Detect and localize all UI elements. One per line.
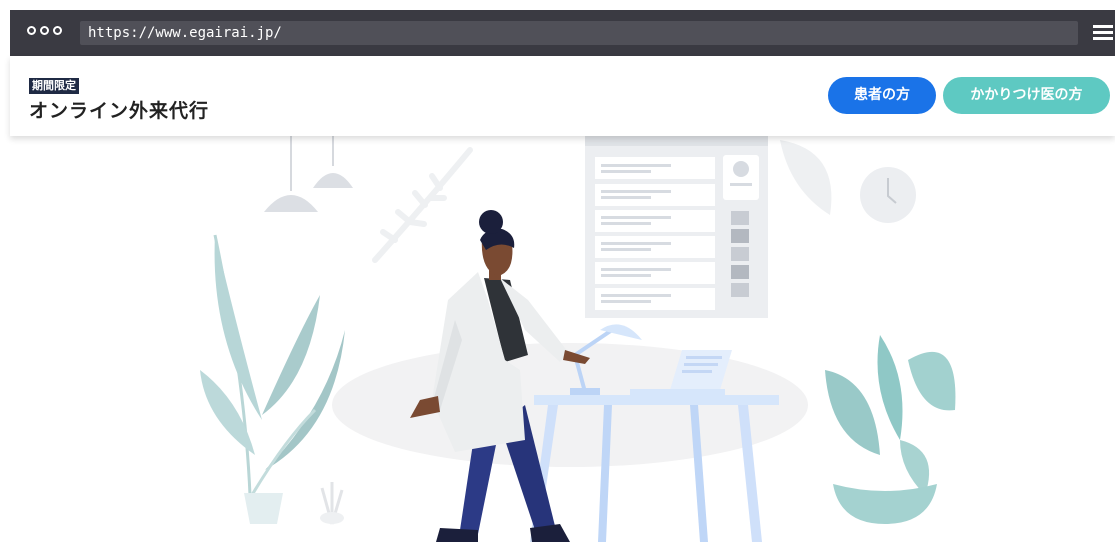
window-dot-icon[interactable] <box>27 26 36 35</box>
hero-illustration <box>10 136 1115 542</box>
limited-time-badge: 期間限定 <box>29 78 79 94</box>
site-title[interactable]: オンライン外来代行 <box>29 96 209 123</box>
patient-button[interactable]: 患者の方 <box>828 77 936 114</box>
hamburger-menu-icon[interactable] <box>1093 25 1113 41</box>
wall-clock-icon <box>860 167 916 223</box>
wall-checklist <box>585 136 768 318</box>
right-plant <box>825 335 956 524</box>
left-plant <box>200 234 345 524</box>
browser-toolbar: https://www.egairai.jp/ <box>10 10 1115 56</box>
window-dot-icon[interactable] <box>53 26 62 35</box>
branch-decoration <box>372 147 473 263</box>
doctor-illustration <box>200 136 956 542</box>
window-controls-icon[interactable] <box>27 26 62 35</box>
family-doctor-button[interactable]: かかりつけ医の方 <box>943 77 1110 114</box>
pendant-lamps <box>264 136 353 212</box>
url-text: https://www.egairai.jp/ <box>88 25 282 41</box>
site-header: 期間限定 オンライン外来代行 患者の方 かかりつけ医の方 <box>10 56 1115 136</box>
address-bar[interactable]: https://www.egairai.jp/ <box>80 21 1078 45</box>
faint-leaf <box>780 140 832 215</box>
window-dot-icon[interactable] <box>40 26 49 35</box>
